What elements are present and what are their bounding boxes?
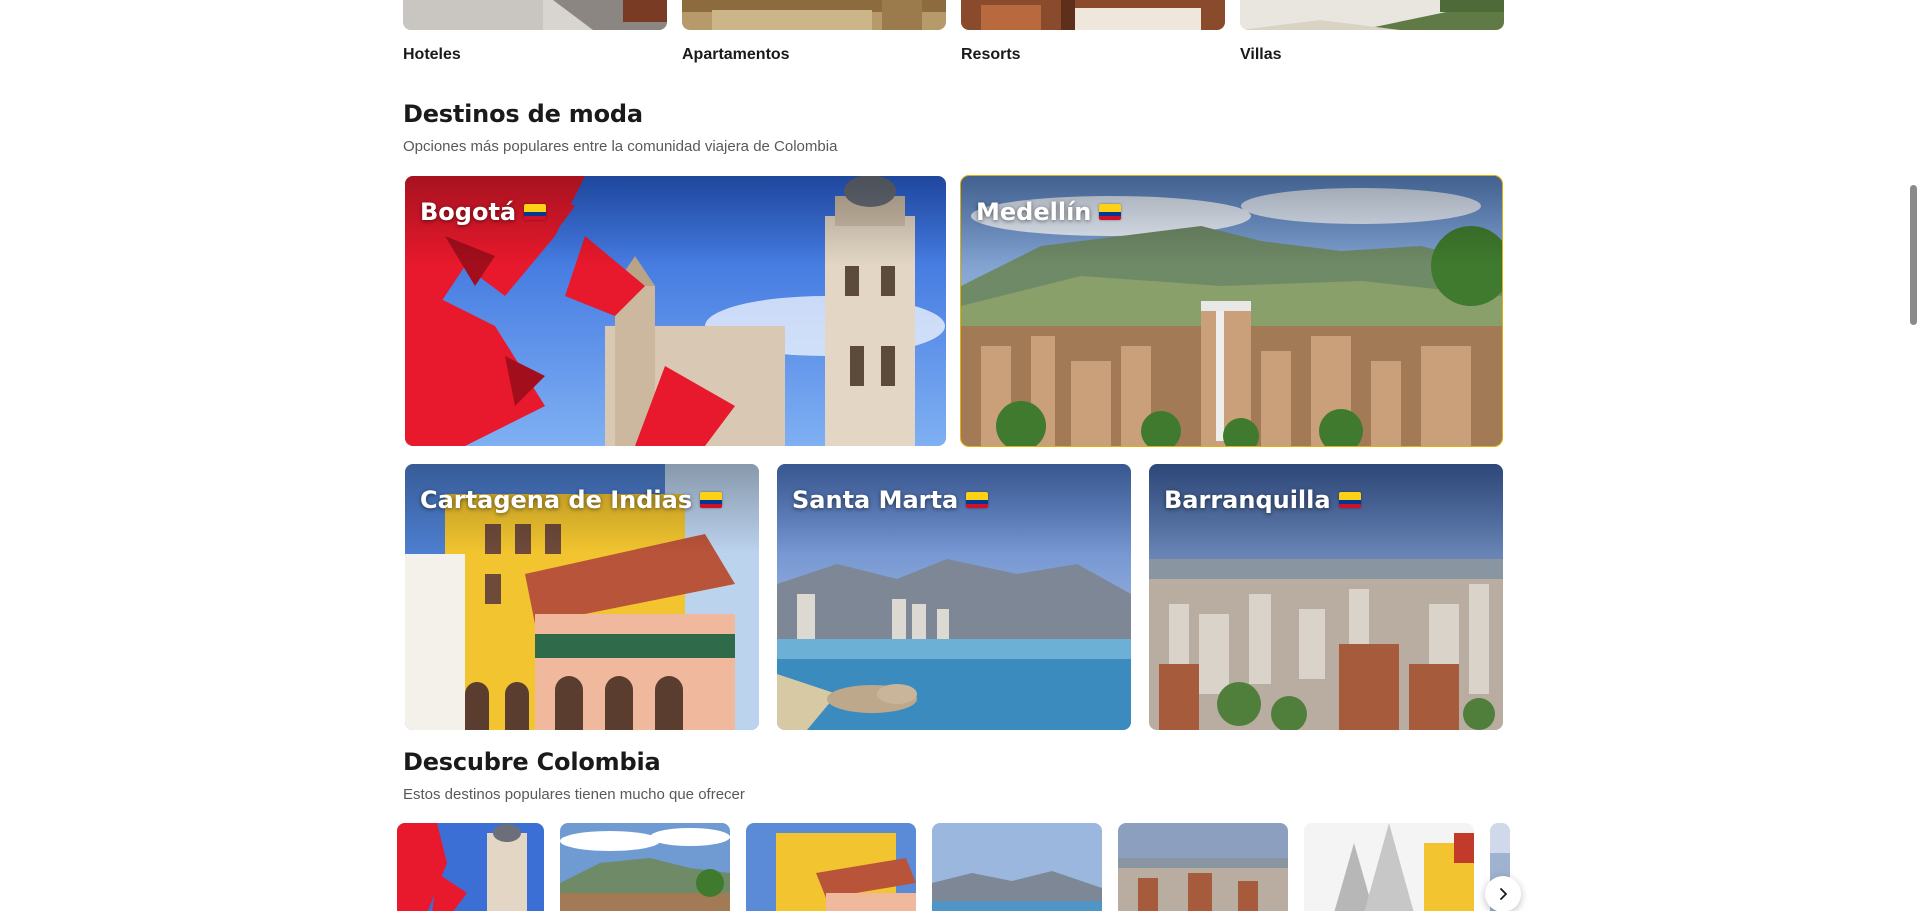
scrollbar-thumb[interactable] bbox=[1910, 185, 1917, 325]
carousel-item-ipiales[interactable] bbox=[1304, 823, 1474, 911]
carousel-image bbox=[746, 823, 916, 911]
destination-name: Bogotá bbox=[420, 198, 547, 226]
trending-section-title: Destinos de moda bbox=[403, 100, 643, 128]
colombia-flag-icon bbox=[1099, 204, 1122, 220]
property-type-image[interactable] bbox=[1240, 0, 1504, 30]
destination-name: Barranquilla bbox=[1164, 486, 1361, 514]
property-type-label[interactable]: Villas bbox=[1240, 46, 1504, 64]
destination-name: Santa Marta bbox=[792, 486, 989, 514]
carousel-item-medellin[interactable] bbox=[560, 823, 730, 911]
property-type-image[interactable] bbox=[682, 0, 946, 30]
property-type-label[interactable]: Apartamentos bbox=[682, 46, 946, 64]
property-type-hotels[interactable]: Hoteles bbox=[403, 0, 667, 64]
carousel-image bbox=[1118, 823, 1288, 911]
property-type-image[interactable] bbox=[961, 0, 1225, 30]
trending-section-subtitle: Opciones más populares entre la comunida… bbox=[403, 138, 838, 155]
carousel-item-bogota[interactable] bbox=[397, 823, 544, 911]
carousel-item-cartagena[interactable] bbox=[746, 823, 916, 911]
destination-card-medellin[interactable]: Medellín bbox=[960, 175, 1503, 447]
carousel-item-santa-marta[interactable] bbox=[932, 823, 1102, 911]
page-scrollbar[interactable] bbox=[1906, 0, 1920, 911]
destination-name: Medellín bbox=[976, 198, 1122, 226]
carousel-next-button[interactable] bbox=[1485, 876, 1521, 911]
carousel-item-barranquilla[interactable] bbox=[1118, 823, 1288, 911]
colombia-flag-icon bbox=[1338, 492, 1361, 508]
property-type-label[interactable]: Resorts bbox=[961, 46, 1225, 64]
discover-section-subtitle: Estos destinos populares tienen mucho qu… bbox=[403, 786, 745, 803]
property-type-villas[interactable]: Villas bbox=[1240, 0, 1504, 64]
destination-card-bogota[interactable]: Bogotá bbox=[405, 176, 946, 446]
destination-name: Cartagena de Indias bbox=[420, 486, 723, 514]
destination-card-santa-marta[interactable]: Santa Marta bbox=[777, 464, 1131, 730]
carousel-image bbox=[932, 823, 1102, 911]
colombia-flag-icon bbox=[700, 492, 723, 508]
destination-card-barranquilla[interactable]: Barranquilla bbox=[1149, 464, 1503, 730]
property-type-apartments[interactable]: Apartamentos bbox=[682, 0, 946, 64]
chevron-right-icon bbox=[1500, 888, 1507, 900]
carousel-image bbox=[1304, 823, 1474, 911]
property-type-resorts[interactable]: Resorts bbox=[961, 0, 1225, 64]
carousel-image bbox=[397, 823, 544, 911]
property-type-list: Hoteles Apartamentos Resorts Villas bbox=[403, 0, 1504, 70]
property-type-image[interactable] bbox=[403, 0, 667, 30]
carousel-image bbox=[560, 823, 730, 911]
colombia-flag-icon bbox=[966, 492, 989, 508]
destination-card-cartagena[interactable]: Cartagena de Indias bbox=[405, 464, 759, 730]
colombia-flag-icon bbox=[524, 204, 547, 220]
property-type-label[interactable]: Hoteles bbox=[403, 46, 667, 64]
discover-section-title: Descubre Colombia bbox=[403, 748, 661, 776]
